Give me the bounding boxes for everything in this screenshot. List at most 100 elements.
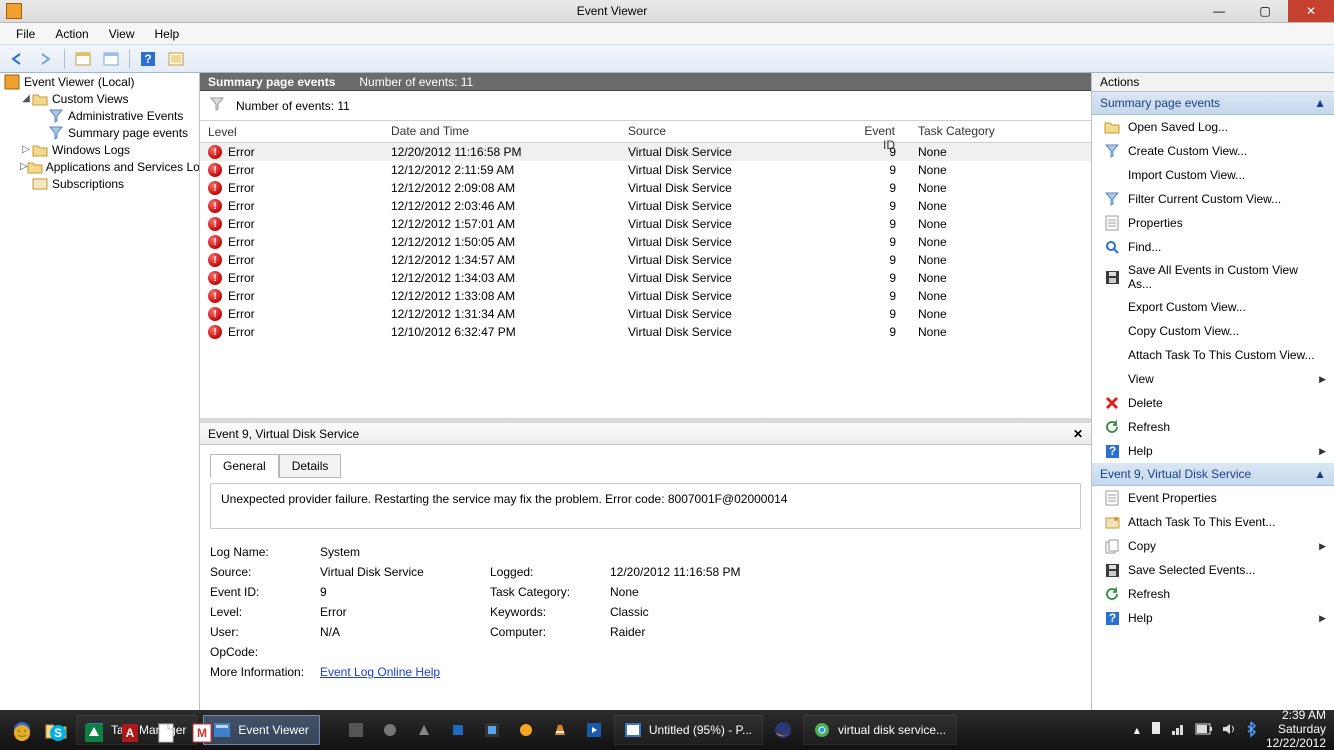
error-icon: ! (208, 289, 222, 303)
tab-general[interactable]: General (210, 454, 279, 478)
pinned-skype-icon[interactable]: S (44, 718, 72, 748)
tray-network-icon[interactable] (1172, 723, 1186, 738)
tray-battery-icon[interactable] (1196, 723, 1212, 737)
action-item[interactable]: Import Custom View... (1092, 163, 1334, 187)
event-row[interactable]: !Error12/12/2012 1:57:01 AMVirtual Disk … (200, 215, 1091, 233)
action-item[interactable]: Copy (1092, 534, 1334, 558)
error-icon: ! (208, 271, 222, 285)
action-item[interactable]: Refresh (1092, 415, 1334, 439)
event-row[interactable]: !Error12/12/2012 1:34:57 AMVirtual Disk … (200, 251, 1091, 269)
tree-item-admin-events[interactable]: Administrative Events (32, 107, 199, 124)
action-item[interactable]: Save Selected Events... (1092, 558, 1334, 582)
event-row[interactable]: !Error12/20/2012 11:16:58 PMVirtual Disk… (200, 143, 1091, 161)
grid-header[interactable]: Level Date and Time Source Event ID Task… (200, 121, 1091, 143)
action-item[interactable]: Find... (1092, 235, 1334, 259)
event-row[interactable]: !Error12/12/2012 2:11:59 AMVirtual Disk … (200, 161, 1091, 179)
event-row[interactable]: !Error12/12/2012 1:50:05 AMVirtual Disk … (200, 233, 1091, 251)
tree-item-custom-views[interactable]: ◢ Custom Views (16, 90, 199, 107)
actions-section-event[interactable]: Event 9, Virtual Disk Service▲ (1092, 463, 1334, 486)
col-date[interactable]: Date and Time (383, 121, 620, 142)
menu-help[interactable]: Help (145, 25, 190, 43)
tree-item-subscriptions[interactable]: Subscriptions (16, 175, 199, 192)
pinned-doc-icon[interactable] (152, 718, 180, 748)
action-item[interactable]: Copy Custom View... (1092, 319, 1334, 343)
tree-item-apps-services[interactable]: ▷ Applications and Services Lo (16, 158, 199, 175)
tree-root[interactable]: Event Viewer (Local) (0, 73, 199, 90)
error-icon: ! (208, 217, 222, 231)
minimize-button[interactable]: — (1196, 0, 1242, 22)
pinned-emoji-icon[interactable] (8, 718, 36, 748)
toolbar-icon[interactable] (99, 48, 123, 70)
summary-title: Summary page events (208, 75, 335, 89)
event-row[interactable]: !Error12/10/2012 6:32:47 PMVirtual Disk … (200, 323, 1091, 341)
tray-wmp-icon[interactable] (580, 715, 608, 745)
pinned-app-icon[interactable]: M (188, 718, 216, 748)
details-close-button[interactable]: ✕ (1073, 427, 1083, 441)
tray-icon[interactable] (478, 715, 506, 745)
maximize-button[interactable]: ▢ (1242, 0, 1288, 22)
tree-item-windows-logs[interactable]: ▷ Windows Logs (16, 141, 199, 158)
tray-volume-icon[interactable] (1222, 723, 1236, 738)
event-row[interactable]: !Error12/12/2012 2:03:46 AMVirtual Disk … (200, 197, 1091, 215)
tray-vlc-icon[interactable] (546, 715, 574, 745)
taskbar-paint[interactable]: Untitled (95%) - P... (614, 715, 763, 745)
menu-file[interactable]: File (6, 25, 45, 43)
tray-icon[interactable] (512, 715, 540, 745)
tray-bluetooth-icon[interactable] (1246, 722, 1256, 739)
help-button[interactable]: ? (136, 48, 160, 70)
expander-icon[interactable]: ▷ (20, 144, 32, 155)
col-eventid[interactable]: Event ID (855, 121, 910, 142)
blank-icon (1104, 323, 1120, 339)
toolbar-icon[interactable] (164, 48, 188, 70)
actions-section-summary[interactable]: Summary page events▲ (1092, 92, 1334, 115)
pinned-pdf-icon[interactable]: A (116, 718, 144, 748)
nav-back-button[interactable] (6, 48, 30, 70)
action-item[interactable]: Refresh (1092, 582, 1334, 606)
event-row[interactable]: !Error12/12/2012 1:34:03 AMVirtual Disk … (200, 269, 1091, 287)
tray-icon[interactable] (444, 715, 472, 745)
taskbar-firefox-icon[interactable] (769, 715, 797, 745)
tray-icon[interactable] (410, 715, 438, 745)
event-row[interactable]: !Error12/12/2012 2:09:08 AMVirtual Disk … (200, 179, 1091, 197)
save-icon (1104, 269, 1120, 285)
copy-icon (1104, 538, 1120, 554)
menu-action[interactable]: Action (45, 25, 98, 43)
action-item[interactable]: ?Help (1092, 439, 1334, 463)
action-item[interactable]: Save All Events in Custom View As... (1092, 259, 1334, 295)
tray-icon[interactable] (376, 715, 404, 745)
action-item[interactable]: Open Saved Log... (1092, 115, 1334, 139)
value-user: N/A (320, 625, 490, 639)
event-grid[interactable]: Level Date and Time Source Event ID Task… (200, 121, 1091, 418)
event-row[interactable]: !Error12/12/2012 1:33:08 AMVirtual Disk … (200, 287, 1091, 305)
action-item[interactable]: Export Custom View... (1092, 295, 1334, 319)
taskbar-chrome[interactable]: virtual disk service... (803, 715, 957, 745)
action-item[interactable]: Attach Task To This Event... (1092, 510, 1334, 534)
action-item[interactable]: Properties (1092, 211, 1334, 235)
nav-forward-button[interactable] (34, 48, 58, 70)
close-button[interactable]: ✕ (1288, 0, 1334, 22)
tab-details[interactable]: Details (279, 454, 342, 478)
link-event-log-online-help[interactable]: Event Log Online Help (320, 665, 440, 679)
tray-icon[interactable] (342, 715, 370, 745)
expander-icon[interactable]: ◢ (20, 93, 32, 104)
tray-clock[interactable]: 2:39 AM Saturday 12/22/2012 (1266, 709, 1326, 750)
col-source[interactable]: Source (620, 121, 855, 142)
col-level[interactable]: Level (200, 121, 383, 142)
action-item[interactable]: ?Help (1092, 606, 1334, 630)
event-row[interactable]: !Error12/12/2012 1:31:34 AMVirtual Disk … (200, 305, 1091, 323)
expander-icon[interactable]: ▷ (20, 161, 28, 172)
action-item[interactable]: Create Custom View... (1092, 139, 1334, 163)
tree-item-summary-page-events[interactable]: Summary page events (32, 124, 199, 141)
tray-expand-icon[interactable]: ▴ (1134, 723, 1140, 737)
tray-action-center-icon[interactable] (1150, 722, 1162, 739)
menu-view[interactable]: View (99, 25, 145, 43)
action-item[interactable]: Delete (1092, 391, 1334, 415)
taskbar-event-viewer[interactable]: Event Viewer (203, 715, 319, 745)
col-task[interactable]: Task Category (910, 121, 1091, 142)
action-item[interactable]: Event Properties (1092, 486, 1334, 510)
action-item[interactable]: Attach Task To This Custom View... (1092, 343, 1334, 367)
toolbar-icon[interactable] (71, 48, 95, 70)
action-item[interactable]: Filter Current Custom View... (1092, 187, 1334, 211)
action-item[interactable]: View (1092, 367, 1334, 391)
pinned-app-icon[interactable] (80, 718, 108, 748)
